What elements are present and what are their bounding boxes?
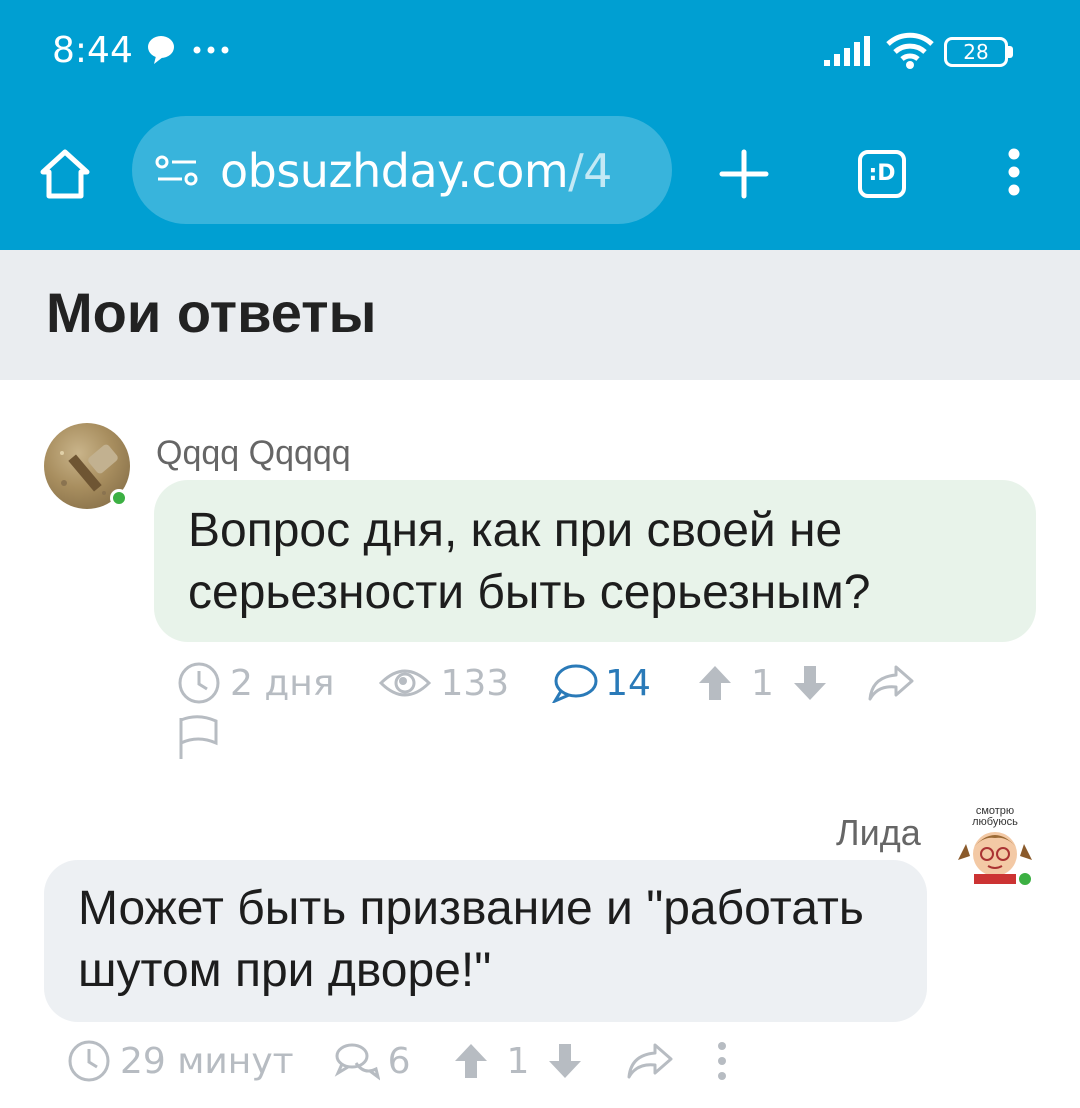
comment-text: Может быть призвание и "работать шутом п… <box>78 882 864 997</box>
vote-controls: 1 <box>451 1041 586 1082</box>
home-icon[interactable] <box>37 146 93 202</box>
comment-bubble[interactable]: Может быть призвание и "работать шутом п… <box>44 860 927 1022</box>
comment-replies[interactable]: 14 <box>551 663 651 704</box>
tabs-label: :D <box>868 161 896 186</box>
more-options-icon[interactable] <box>715 1041 729 1081</box>
comment-age: 2 дня <box>176 660 334 706</box>
age-text: 29 минут <box>120 1040 294 1082</box>
browser-chrome: 8:44 28 obsuzhday.com/4:D <box>0 0 1080 250</box>
share-icon[interactable] <box>866 663 916 703</box>
comment-meta: 29 минут 6 1 <box>66 1036 729 1086</box>
comments-icon <box>334 1043 380 1081</box>
share-icon[interactable] <box>625 1041 675 1081</box>
page-header: Мои ответы <box>0 250 1080 380</box>
battery-indicator: 28 <box>944 37 1014 67</box>
vote-score: 1 <box>506 1040 530 1082</box>
site-settings-icon[interactable] <box>154 154 200 188</box>
tabs-button[interactable]: :D <box>858 150 906 198</box>
url-text[interactable]: obsuzhday.com/4 <box>220 144 660 198</box>
comment-views: 133 <box>378 663 509 704</box>
comment-age: 29 минут <box>66 1038 294 1084</box>
browser-menu-icon[interactable] <box>1004 148 1024 196</box>
report-flag-icon[interactable] <box>176 715 222 761</box>
comment-text: Вопрос дня, как при своей не серьезности… <box>188 504 871 619</box>
wifi-icon <box>886 32 934 69</box>
replies-count: 6 <box>387 1040 411 1082</box>
status-time: 8:44 <box>52 30 133 71</box>
url-path: /4 <box>568 144 612 198</box>
comment-meta: 2 дня 133 14 1 <box>176 658 916 708</box>
message-icon <box>148 36 174 64</box>
comment-author[interactable]: Лида <box>836 812 921 854</box>
age-text: 2 дня <box>230 662 335 704</box>
more-notifications-icon <box>193 46 229 54</box>
eye-icon <box>379 669 432 697</box>
vote-controls: 1 <box>695 663 830 704</box>
address-bar[interactable]: obsuzhday.com/4 <box>132 116 672 224</box>
page-title: Мои ответы <box>46 281 377 344</box>
comment-bubble[interactable]: Вопрос дня, как при своей не серьезности… <box>154 480 1036 642</box>
status-bar: 8:44 28 <box>0 0 1080 100</box>
new-tab-icon[interactable] <box>718 148 770 200</box>
online-indicator <box>110 489 128 507</box>
replies-count: 14 <box>605 662 651 704</box>
signal-icon <box>824 36 870 66</box>
views-count: 133 <box>440 662 510 704</box>
vote-score: 1 <box>750 662 774 704</box>
comment-bubble-icon <box>552 664 598 703</box>
upvote-icon[interactable] <box>695 663 735 703</box>
avatar-caption-line2: любуюсь <box>972 816 1018 828</box>
browser-toolbar: obsuzhday.com/4 :D <box>0 110 1080 240</box>
downvote-icon[interactable] <box>545 1041 585 1081</box>
url-host: obsuzhday.com <box>220 144 569 198</box>
comment-author[interactable]: Qqqq Qqqqq <box>156 434 351 473</box>
clock-icon <box>68 1040 110 1082</box>
upvote-icon[interactable] <box>451 1041 491 1081</box>
comment-replies[interactable]: 6 <box>334 1041 411 1082</box>
downvote-icon[interactable] <box>790 663 830 703</box>
battery-level: 28 <box>963 40 989 64</box>
clock-icon <box>178 662 220 704</box>
online-indicator <box>1016 870 1034 888</box>
